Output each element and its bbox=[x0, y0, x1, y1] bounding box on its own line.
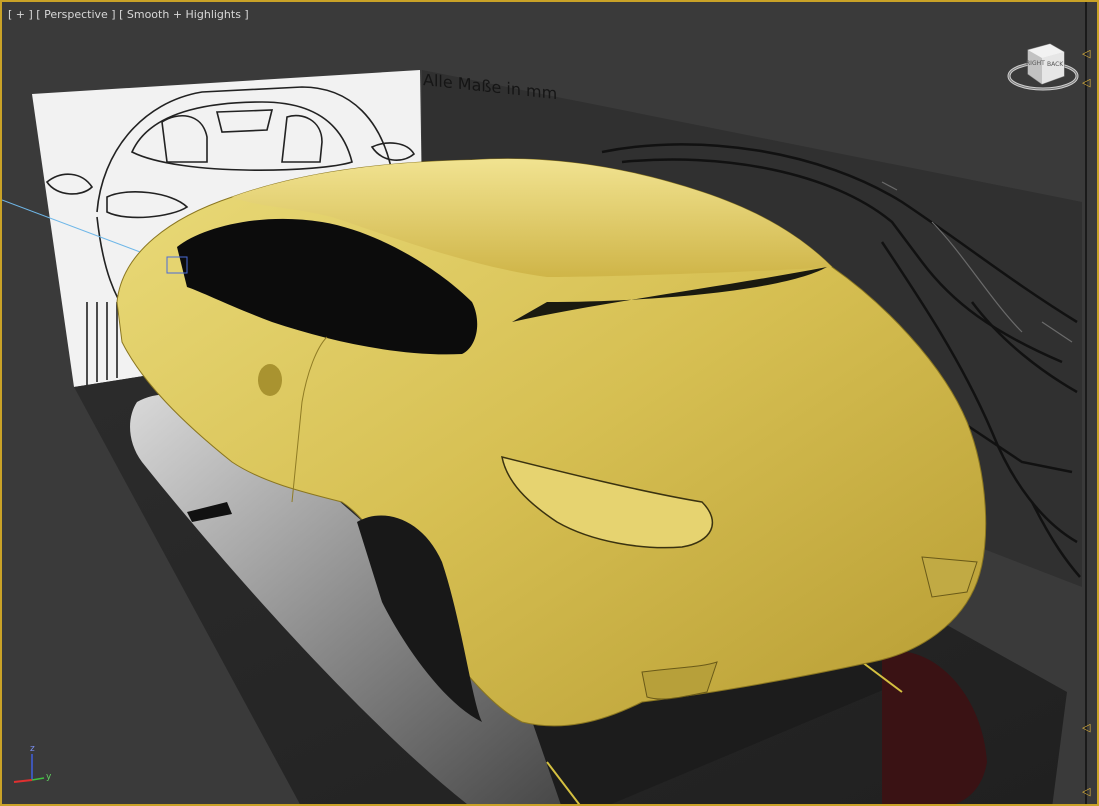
viewcube-icon[interactable]: RIGHT BACK bbox=[1006, 40, 1080, 96]
viewport-menu-button[interactable]: [ + ] bbox=[8, 8, 33, 21]
y-axis-label: y bbox=[46, 772, 52, 782]
axis-gizmo: z y bbox=[10, 742, 60, 792]
timeline-marker-icon-4[interactable]: ◁ bbox=[1082, 786, 1090, 797]
z-axis-label: z bbox=[30, 744, 35, 754]
viewport-scene[interactable] bbox=[2, 2, 1099, 806]
timeline-marker-icon-2[interactable]: ◁ bbox=[1082, 77, 1090, 88]
viewport-shading-button[interactable]: [ Smooth + Highlights ] bbox=[119, 8, 249, 21]
y-axis-icon bbox=[31, 777, 45, 781]
viewcube-face-right[interactable]: RIGHT bbox=[1026, 60, 1045, 67]
x-axis-icon bbox=[13, 779, 33, 783]
timeline-marker-icon-3[interactable]: ◁ bbox=[1082, 722, 1090, 733]
viewcube-face-back[interactable]: BACK bbox=[1047, 61, 1063, 68]
viewport-view-button[interactable]: [ Perspective ] bbox=[36, 8, 115, 21]
perspective-viewport[interactable]: Alle Maße in mm [ + ] [ Perspective ] [ … bbox=[0, 0, 1099, 806]
viewport-label: [ + ] [ Perspective ] [ Smooth + Highlig… bbox=[8, 8, 249, 21]
timeline-marker-icon[interactable]: ◁ bbox=[1082, 48, 1090, 59]
viewport-right-edge bbox=[1079, 2, 1097, 804]
